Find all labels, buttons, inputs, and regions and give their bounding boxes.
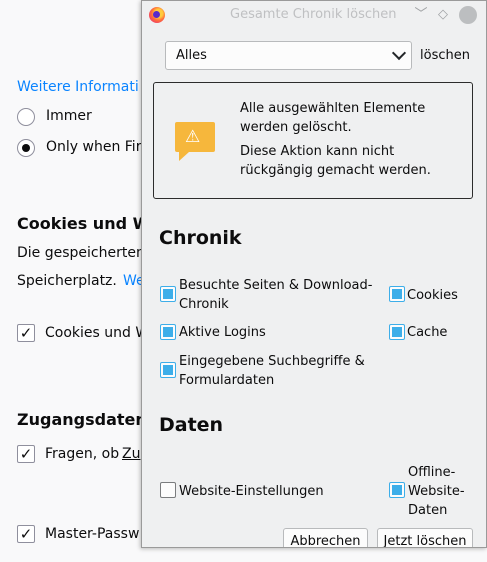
active-logins-checkbox[interactable] <box>160 324 176 340</box>
warning-box: ⚠ Alle ausgewählten Elemente werden gelö… <box>153 82 473 199</box>
visited-pages-label-1: Besuchte Seiten & Download- <box>179 278 373 293</box>
cookies-heading: Cookies und W <box>17 214 151 233</box>
site-settings-checkbox[interactable] <box>160 482 176 498</box>
data-heading: Daten <box>159 414 224 436</box>
cache-label: Cache <box>407 325 448 340</box>
more-info-link[interactable]: Weitere Informati <box>17 79 139 95</box>
ask-save-checkbox[interactable]: ✓ <box>17 445 35 463</box>
radio-only-when[interactable] <box>17 139 35 157</box>
time-range-select[interactable]: Alles <box>165 41 412 70</box>
form-search-label-2: Formulardaten <box>179 373 275 388</box>
radio-always[interactable] <box>17 108 35 126</box>
dialog-title: Gesamte Chronik löschen <box>230 7 397 22</box>
chevron-down-icon <box>391 45 407 61</box>
radio-always-label: Immer <box>46 108 92 124</box>
radio-only-when-label: Only when Fir <box>46 139 142 155</box>
warning-text-1: Alle ausgewählten Elemente <box>240 101 426 116</box>
offline-data-label-3: Daten <box>408 503 448 518</box>
chevron-down-icon[interactable]: ﹀ <box>412 6 430 24</box>
history-heading: Chronik <box>159 227 242 249</box>
firefox-logo-icon <box>149 7 165 23</box>
cookies-checkbox[interactable]: ✓ <box>17 324 35 342</box>
time-range-label: löschen <box>420 48 470 63</box>
site-settings-label: Website-Einstellungen <box>179 484 324 499</box>
master-password-label: Master-Passw <box>45 526 140 542</box>
offline-data-label-1: Offline- <box>408 465 456 480</box>
ask-save-label: Fragen, ob <box>45 446 120 462</box>
warning-text-3: Diese Aktion kann nicht <box>240 144 395 159</box>
form-search-checkbox[interactable] <box>160 362 176 378</box>
master-password-checkbox[interactable]: ✓ <box>17 525 35 543</box>
close-icon[interactable] <box>459 6 477 24</box>
visited-pages-label-2: Chronik <box>179 297 229 312</box>
time-range-value: Alles <box>176 48 207 63</box>
maximize-icon[interactable]: ◇ <box>434 6 452 24</box>
warning-text-4: rückgängig gemacht werden. <box>240 163 431 178</box>
cookies-label: Cookies <box>407 288 458 303</box>
storage-text: Speicherplatz. <box>17 273 117 289</box>
cookies-description: Die gespeicherten <box>17 245 145 261</box>
clear-history-dialog: Gesamte Chronik löschen ﹀ ◇ Alles lösche… <box>141 0 487 548</box>
logins-heading: Zugangsdaten <box>17 410 147 429</box>
cancel-button[interactable]: Abbrechen <box>283 528 368 547</box>
warning-icon: ⚠ <box>175 122 215 161</box>
active-logins-label: Aktive Logins <box>179 325 266 340</box>
visited-pages-checkbox[interactable] <box>160 286 176 302</box>
cookies-checkbox-label: Cookies und W <box>45 325 150 341</box>
ask-save-link[interactable]: Zu <box>122 446 140 462</box>
cache-checkbox[interactable] <box>389 324 405 340</box>
form-search-label-1: Eingegebene Suchbegriffe & <box>179 354 365 369</box>
offline-data-label-2: Website- <box>408 484 465 499</box>
cookies-checkbox[interactable] <box>389 286 405 302</box>
warning-text-2: werden gelöscht. <box>240 120 352 135</box>
clear-now-button[interactable]: Jetzt löschen <box>377 528 473 547</box>
dialog-titlebar[interactable]: Gesamte Chronik löschen ﹀ ◇ <box>142 1 486 29</box>
offline-data-checkbox[interactable] <box>389 482 405 498</box>
